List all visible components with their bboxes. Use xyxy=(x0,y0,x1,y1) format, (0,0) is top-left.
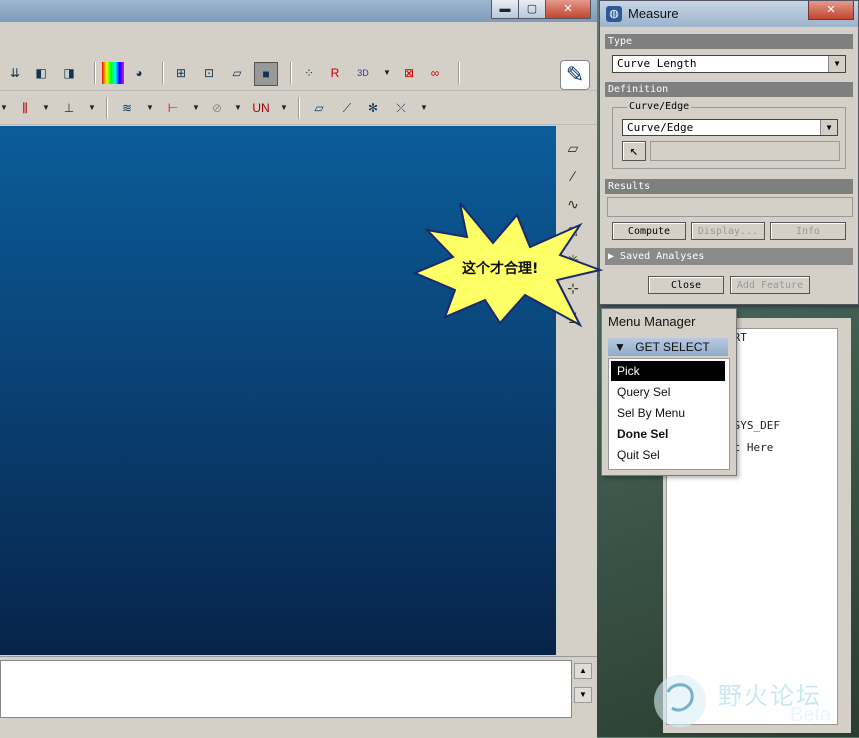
type-header: Type xyxy=(605,34,853,49)
menu-item-done-sel[interactable]: Done Sel xyxy=(611,424,725,444)
type-select[interactable]: Curve Length ▼ xyxy=(612,55,846,73)
menu-item-quit-sel[interactable]: Quit Sel xyxy=(611,445,725,465)
toolbar-row-1: ⇊ ◧ ◨ ◕ ⊞ ⊡ ▱ ■ ⁘ R 3D ▼ ⊠ ∞ ✎ xyxy=(0,56,597,91)
toolbar-separator xyxy=(94,62,96,84)
menu-manager: Menu Manager ▼ GET SELECT Pick Query Sel… xyxy=(601,308,737,476)
curve-edge-select[interactable]: Curve/Edge ▼ xyxy=(622,119,838,136)
close-button[interactable]: ✕ xyxy=(545,0,591,19)
no-hidden-icon[interactable]: ▱ xyxy=(226,62,248,84)
definition-header: Definition xyxy=(605,82,853,97)
axis-display-icon[interactable]: ⟋ xyxy=(336,97,358,119)
main-window: ▬ ▢ ✕ ⇊ ◧ ◨ ◕ ⊞ ⊡ ▱ ■ ⁘ R 3D ▼ ⊠ ∞ ✎ ▼ ⫼… xyxy=(0,0,597,738)
scroll-down-arrow[interactable]: ▼ xyxy=(574,687,592,703)
pointer-icon[interactable]: ↖ xyxy=(622,141,646,161)
plane-display-icon[interactable]: ▱ xyxy=(308,97,330,119)
menu-manager-title: Menu Manager xyxy=(608,314,696,329)
chevron-down-icon[interactable]: ▼ xyxy=(146,97,154,119)
toolbar-separator xyxy=(290,62,292,84)
message-text-box xyxy=(0,660,572,718)
menu-item-pick[interactable]: Pick xyxy=(611,361,725,381)
chevron-down-icon[interactable]: ▼ xyxy=(820,120,837,135)
measure-titlebar: ◍ Measure ✕ xyxy=(600,1,858,27)
main-titlebar: ▬ ▢ ✕ xyxy=(0,0,597,22)
toolbar-separator xyxy=(162,62,164,84)
appearance-icon[interactable]: ◕ xyxy=(128,62,150,84)
assemble-icon[interactable]: ⇊ xyxy=(4,62,26,84)
stamp-icon[interactable]: ⊥ xyxy=(58,97,80,119)
chevron-down-icon[interactable]: ▼ xyxy=(42,97,50,119)
ab-tag-down-icon[interactable]: ◨ xyxy=(58,62,80,84)
layers-icon[interactable]: ≋ xyxy=(116,97,138,119)
close-window-icon[interactable]: ⊠ xyxy=(398,62,420,84)
get-select-label: GET SELECT xyxy=(635,340,710,354)
context-help-icon[interactable]: ✎ xyxy=(560,60,590,90)
app-logo-icon: ◍ xyxy=(606,6,622,22)
type-select-value: Curve Length xyxy=(617,57,697,70)
display-button[interactable]: Display... xyxy=(691,222,765,240)
spin-center-icon[interactable]: ⁘ xyxy=(298,62,320,84)
selection-collector[interactable] xyxy=(650,141,840,161)
toolbar-separator xyxy=(106,97,108,119)
menu-item-query-sel[interactable]: Query Sel xyxy=(611,382,725,402)
add-feature-button[interactable]: Add Feature xyxy=(730,276,810,294)
3d-2d-icon[interactable]: 3D xyxy=(352,62,374,84)
results-field xyxy=(607,197,853,217)
chevron-right-icon: ▶ xyxy=(608,251,621,262)
measure-dialog: ◍ Measure ✕ Type Curve Length ▼ Definiti… xyxy=(599,0,859,305)
watermark-beta: Beta xyxy=(790,704,832,726)
chevron-down-icon[interactable]: ▼ xyxy=(828,56,845,72)
chevron-down-icon[interactable]: ▼ xyxy=(88,97,96,119)
results-header: Results xyxy=(605,179,853,194)
toolbar-separator xyxy=(458,62,460,84)
chevron-down-icon[interactable]: ▼ xyxy=(280,97,288,119)
hidden-line-icon[interactable]: ⊡ xyxy=(198,62,220,84)
wireframe-icon[interactable]: ⊞ xyxy=(170,62,192,84)
chevron-down-icon[interactable]: ▼ xyxy=(0,97,8,119)
menu-item-sel-by-menu[interactable]: Sel By Menu xyxy=(611,403,725,423)
message-area: ▲ ▼ xyxy=(0,656,597,738)
toolbar-row-2: ▼ ⫼ ▼ ⊥ ▼ ≋ ▼ ⊢ ▼ ⊘ ▼ UN ▼ ▱ ⟋ ✻ ⤫ ▼ xyxy=(0,94,597,125)
regenerate-icon[interactable]: ∞ xyxy=(424,62,446,84)
datum-plane-icon[interactable]: ▱ xyxy=(561,136,585,160)
ab-tag-icon[interactable]: ◧ xyxy=(30,62,52,84)
close-button[interactable]: Close xyxy=(648,276,724,294)
get-select-header[interactable]: ▼ GET SELECT xyxy=(608,338,728,356)
chevron-down-icon[interactable]: ▼ xyxy=(192,97,200,119)
measure-title: Measure xyxy=(628,6,679,21)
mirror-icon[interactable]: ⫼ xyxy=(14,97,36,119)
units-button[interactable]: UN xyxy=(248,97,274,119)
saved-analyses-label: Saved Analyses xyxy=(620,251,705,262)
color-palette-icon[interactable] xyxy=(102,62,124,84)
curve-edge-select-value: Curve/Edge xyxy=(627,121,694,134)
saved-analyses-bar[interactable]: ▶ Saved Analyses xyxy=(605,248,853,265)
chevron-down-icon[interactable]: ▼ xyxy=(420,97,428,119)
chevron-down-icon[interactable]: ▼ xyxy=(234,97,242,119)
toolbar-separator xyxy=(298,97,300,119)
point-display-icon[interactable]: ✻ xyxy=(362,97,384,119)
annotation-text: 这个才合理! xyxy=(462,261,539,277)
orient-icon[interactable]: R xyxy=(324,62,346,84)
minimize-button[interactable]: ▬ xyxy=(491,0,519,19)
maximize-button[interactable]: ▢ xyxy=(518,0,546,19)
chevron-down-icon: ▼ xyxy=(614,340,626,354)
hide-icon[interactable]: ⊘ xyxy=(206,97,228,119)
scroll-up-arrow[interactable]: ▲ xyxy=(574,663,592,679)
chevron-down-icon[interactable]: ▼ xyxy=(383,62,391,84)
axis-icon[interactable]: ∕ xyxy=(561,164,585,188)
curve-edge-group-label: Curve/Edge xyxy=(627,101,692,112)
info-button[interactable]: Info xyxy=(770,222,846,240)
measure-close-button[interactable]: ✕ xyxy=(808,1,854,20)
compute-button[interactable]: Compute xyxy=(612,222,686,240)
csys-display-icon[interactable]: ⤫ xyxy=(390,97,412,119)
datum-tag-icon[interactable]: ⊢ xyxy=(162,97,184,119)
shading-icon[interactable]: ■ xyxy=(254,62,278,86)
